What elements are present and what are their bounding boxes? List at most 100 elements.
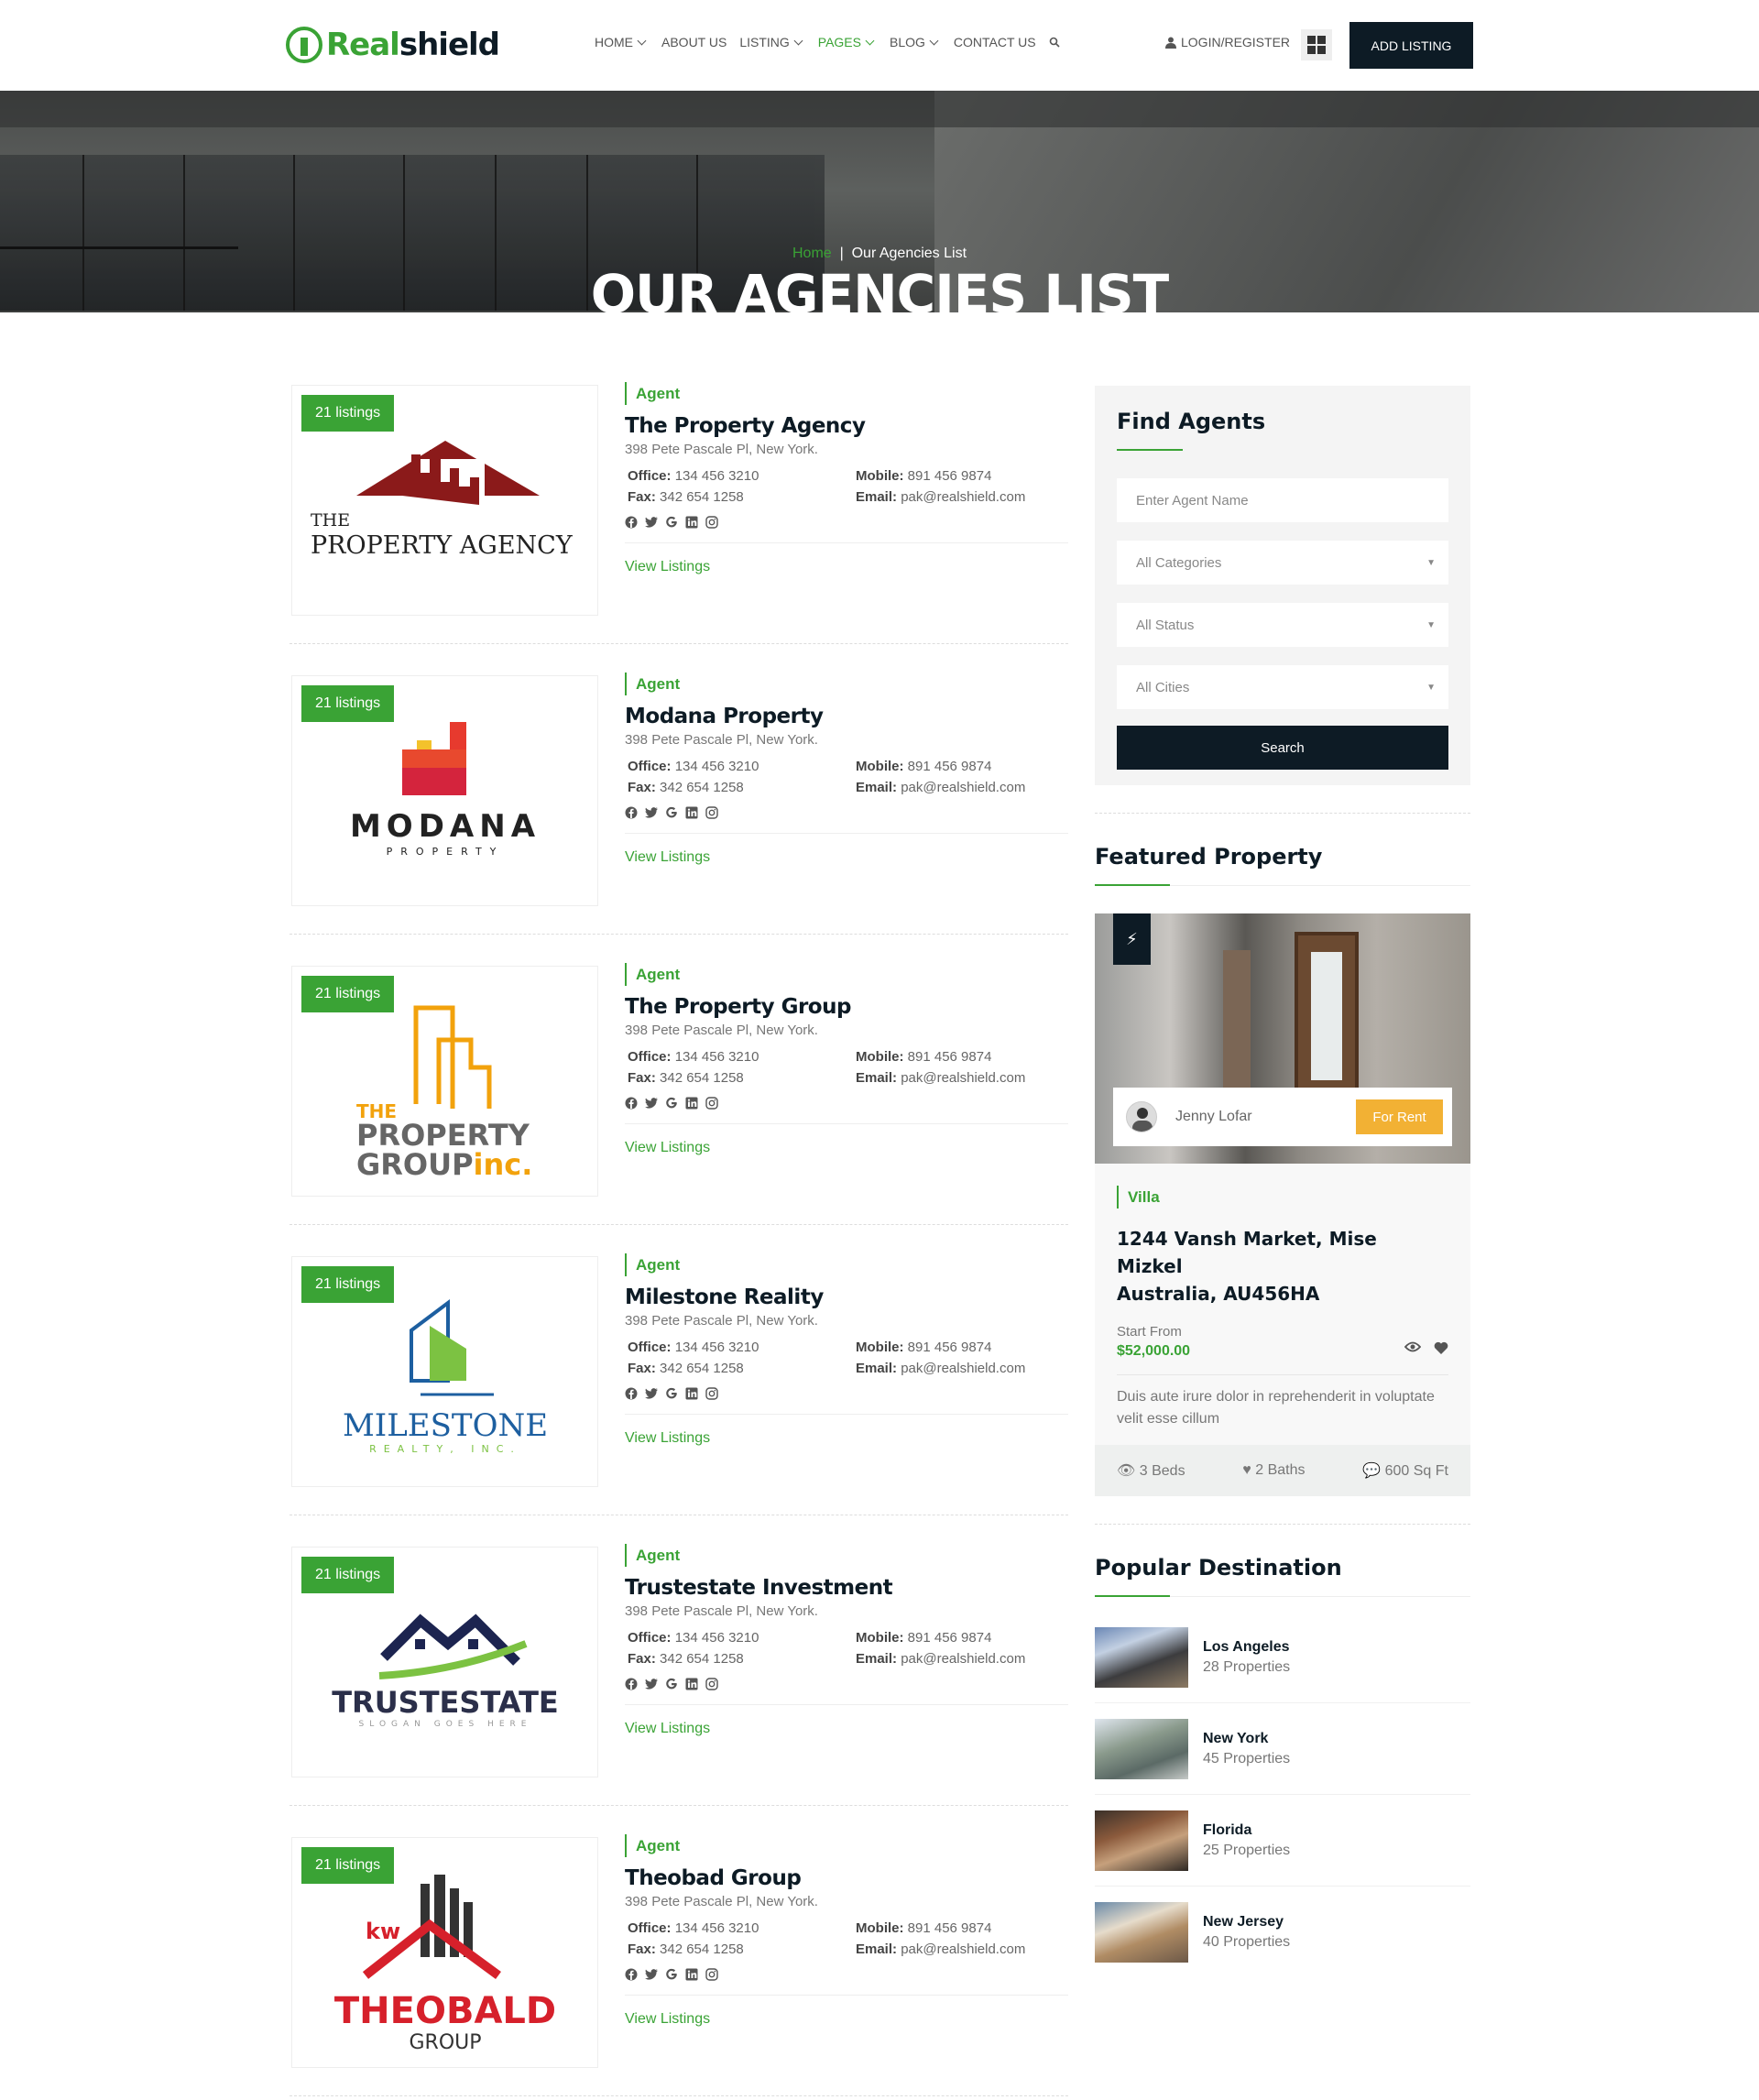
agency-card: THE PROPERTY AGENCY 21 listings Agent The Pr… (290, 382, 1068, 648)
cities-select[interactable]: All Cities ▼ (1117, 665, 1448, 709)
agency-name[interactable]: Trustestate Investment (625, 1576, 1065, 1600)
google-icon[interactable] (665, 1387, 678, 1400)
agent-name[interactable]: Jenny Lofar (1175, 1109, 1356, 1125)
breadcrumb-home[interactable]: Home (792, 246, 832, 261)
property-image[interactable]: ⚡ Jenny Lofar For Rent (1095, 913, 1470, 1164)
nav-blog[interactable]: BLOG (890, 35, 941, 49)
twitter-icon[interactable] (645, 1968, 658, 1981)
instagram-icon[interactable] (705, 806, 718, 819)
agency-logo[interactable]: TRUSTESTATE SLOGAN GOES HERE 21 listings (291, 1547, 598, 1777)
instagram-icon[interactable] (705, 516, 718, 529)
linkedin-icon[interactable] (685, 1097, 698, 1110)
view-listings-link[interactable]: View Listings (625, 1721, 1065, 1737)
agency-category: Agent (625, 1544, 1065, 1567)
agency-name[interactable]: The Property Agency (625, 414, 1065, 438)
agency-logo[interactable]: MODANA PROPERTY 21 listings (291, 675, 598, 906)
linkedin-icon[interactable] (685, 516, 698, 529)
agency-category: Agent (625, 963, 1065, 986)
google-icon[interactable] (665, 516, 678, 529)
twitter-icon[interactable] (645, 1097, 658, 1110)
google-icon[interactable] (665, 1678, 678, 1690)
destination-thumb[interactable] (1095, 1810, 1188, 1871)
office-phone: Office: 134 456 3210 (628, 1920, 759, 1936)
chevron-down-icon (865, 36, 875, 45)
avatar[interactable] (1126, 1101, 1157, 1132)
twitter-icon[interactable] (645, 806, 658, 819)
svg-text:PROPERTY AGENCY: PROPERTY AGENCY (311, 531, 574, 560)
agency-category: Agent (625, 1253, 1065, 1276)
agency-logo[interactable]: kw THEOBALD GROUP 21 listings (291, 1837, 598, 2068)
facebook-icon[interactable] (625, 1387, 638, 1400)
nav-contact[interactable]: CONTACT US (954, 35, 1036, 49)
destination-item[interactable]: Los Angeles 28 Properties (1095, 1612, 1470, 1703)
google-icon[interactable] (665, 1097, 678, 1110)
property-address[interactable]: 1244 Vansh Market, Mise Mizkel Australia… (1117, 1225, 1448, 1307)
destination-item[interactable]: New Jersey 40 Properties (1095, 1887, 1470, 1978)
email-address: Email: pak@realshield.com (856, 489, 1026, 505)
agency-address: 398 Pete Pascale Pl, New York. (625, 732, 818, 748)
destination-item[interactable]: New York 45 Properties (1095, 1703, 1470, 1795)
listings-badge: 21 listings (301, 1557, 395, 1593)
instagram-icon[interactable] (705, 1097, 718, 1110)
nav-about[interactable]: ABOUT US (661, 35, 727, 49)
site-logo[interactable]: Realshield (286, 24, 500, 66)
eye-icon[interactable] (1404, 1341, 1421, 1352)
view-listings-link[interactable]: View Listings (625, 559, 1065, 575)
destination-thumb[interactable] (1095, 1902, 1188, 1963)
agency-logo[interactable]: MILESTONE REALTY, INC. 21 listings (291, 1256, 598, 1487)
search-button[interactable]: Search (1117, 726, 1448, 770)
agency-logo-image: MODANA PROPERTY (301, 713, 590, 896)
nav-listing[interactable]: LISTING (739, 35, 804, 49)
view-listings-link[interactable]: View Listings (625, 1430, 1065, 1447)
view-listings-link[interactable]: View Listings (625, 2011, 1065, 2028)
google-icon[interactable] (665, 1968, 678, 1981)
facebook-icon[interactable] (625, 1968, 638, 1981)
status-select[interactable]: All Status ▼ (1117, 603, 1448, 647)
destination-thumb[interactable] (1095, 1626, 1188, 1688)
destination-item[interactable]: Florida 25 Properties (1095, 1795, 1470, 1887)
facebook-icon[interactable] (625, 806, 638, 819)
instagram-icon[interactable] (705, 1387, 718, 1400)
nav-pages[interactable]: PAGES (818, 35, 877, 49)
twitter-icon[interactable] (645, 516, 658, 529)
linkedin-icon[interactable] (685, 1678, 698, 1690)
agency-logo[interactable]: THE PROPERTY AGENCY 21 listings (291, 385, 598, 616)
nav-home[interactable]: HOME (595, 35, 649, 49)
svg-text:REALTY, INC.: REALTY, INC. (369, 1443, 521, 1455)
price-label: Start From (1117, 1324, 1182, 1340)
twitter-icon[interactable] (645, 1387, 658, 1400)
categories-select[interactable]: All Categories ▼ (1117, 541, 1448, 585)
view-listings-link[interactable]: View Listings (625, 849, 1065, 866)
facebook-icon[interactable] (625, 1097, 638, 1110)
page-title: OUR AGENCIES LIST (590, 263, 1170, 312)
agency-name[interactable]: Modana Property (625, 705, 1065, 728)
agency-card: MILESTONE REALTY, INC. 21 listings Agent Mil… (290, 1253, 1068, 1519)
linkedin-icon[interactable] (685, 1968, 698, 1981)
grid-menu-button[interactable] (1301, 29, 1332, 60)
linkedin-icon[interactable] (685, 806, 698, 819)
chevron-down-icon (793, 36, 803, 45)
instagram-icon[interactable] (705, 1968, 718, 1981)
agency-name[interactable]: Theobad Group (625, 1866, 1065, 1890)
facebook-icon[interactable] (625, 1678, 638, 1690)
email-address: Email: pak@realshield.com (856, 1651, 1026, 1667)
agency-logo[interactable]: THE PROPERTY GROUPinc. 21 listings (291, 966, 598, 1197)
destination-thumb[interactable] (1095, 1718, 1188, 1779)
agency-name[interactable]: The Property Group (625, 995, 1065, 1019)
instagram-icon[interactable] (705, 1678, 718, 1690)
view-listings-link[interactable]: View Listings (625, 1140, 1065, 1156)
chevron-down-icon: ▼ (1426, 557, 1436, 568)
facebook-icon[interactable] (625, 516, 638, 529)
linkedin-icon[interactable] (685, 1387, 698, 1400)
heart-icon[interactable] (1434, 1341, 1448, 1354)
agent-name-input[interactable]: Enter Agent Name (1117, 478, 1448, 522)
twitter-icon[interactable] (645, 1678, 658, 1690)
search-icon[interactable] (1049, 35, 1060, 49)
mobile-phone: Mobile: 891 456 9874 (856, 1920, 992, 1936)
listings-badge: 21 listings (301, 1847, 395, 1884)
add-listing-button[interactable]: ADD LISTING (1349, 22, 1473, 69)
login-register-link[interactable]: LOGIN/REGISTER (1165, 35, 1290, 49)
google-icon[interactable] (665, 806, 678, 819)
featured-property-card[interactable]: ⚡ Jenny Lofar For Rent Villa 1244 Vansh … (1095, 913, 1470, 1496)
agency-name[interactable]: Milestone Reality (625, 1285, 1065, 1309)
